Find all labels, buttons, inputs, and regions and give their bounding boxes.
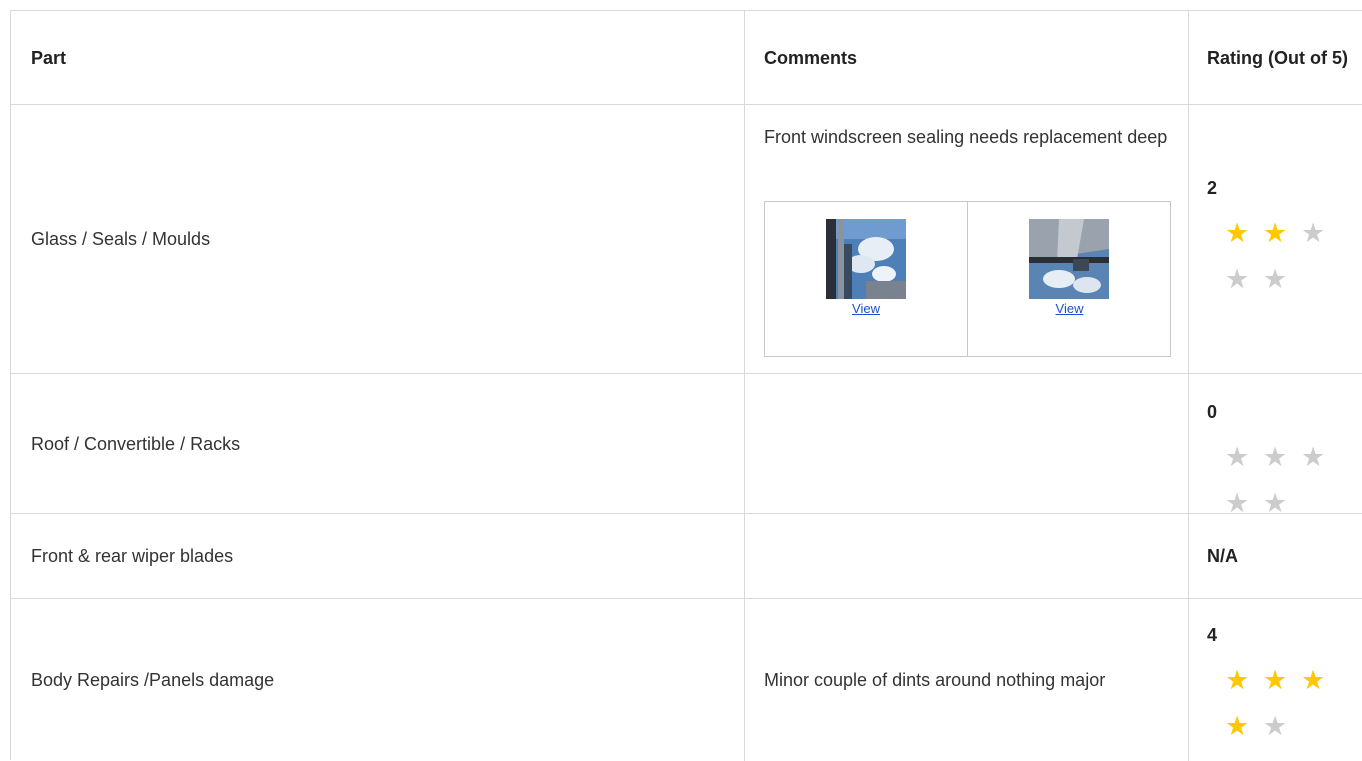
table-row: Front & rear wiper blades N/A bbox=[11, 514, 1362, 599]
star-rating: ★ ★ ★ ★ ★ bbox=[1225, 218, 1345, 313]
comment-cell: Front windscreen sealing needs replaceme… bbox=[745, 105, 1189, 373]
table-row: Glass / Seals / Moulds Front windscreen … bbox=[11, 105, 1362, 374]
header-part-cell: Part bbox=[11, 11, 745, 104]
rating-cell: 4 ★ ★ ★ ★ ★ bbox=[1189, 599, 1362, 761]
photo-item: View bbox=[765, 202, 968, 356]
star-empty-icon: ★ bbox=[1263, 711, 1288, 741]
view-photo-link[interactable]: View bbox=[765, 301, 967, 316]
rating-value: N/A bbox=[1207, 546, 1238, 566]
star-filled-icon: ★ bbox=[1263, 218, 1288, 248]
rating-value: 4 bbox=[1207, 625, 1218, 645]
header-rating: Rating (Out of 5) bbox=[1207, 47, 1348, 68]
comment-cell: Minor couple of dints around nothing maj… bbox=[745, 599, 1189, 761]
rating-value: 0 bbox=[1207, 402, 1218, 422]
comment-cell bbox=[745, 514, 1189, 598]
comment-cell bbox=[745, 374, 1189, 513]
part-name: Roof / Convertible / Racks bbox=[31, 433, 241, 454]
comment-text: Minor couple of dints around nothing maj… bbox=[764, 670, 1106, 690]
header-part: Part bbox=[31, 47, 67, 68]
star-filled-icon: ★ bbox=[1301, 665, 1326, 695]
table-row: Roof / Convertible / Racks 0 ★ ★ ★ ★ ★ bbox=[11, 374, 1362, 518]
windscreen-photo-thumbnail[interactable] bbox=[1029, 219, 1109, 299]
star-filled-icon: ★ bbox=[1225, 218, 1250, 248]
table-header-row: Part Comments Rating (Out of 5) bbox=[11, 11, 1362, 105]
header-rating-cell: Rating (Out of 5) bbox=[1189, 11, 1362, 104]
part-cell: Roof / Convertible / Racks bbox=[11, 374, 745, 513]
windscreen-photo-thumbnail[interactable] bbox=[826, 219, 906, 299]
comment-text: Front windscreen sealing needs replaceme… bbox=[764, 127, 1168, 147]
star-rating: ★ ★ ★ ★ ★ bbox=[1225, 665, 1345, 760]
photo-gallery: View View bbox=[764, 201, 1171, 357]
part-name: Front & rear wiper blades bbox=[31, 546, 234, 566]
rating-cell: N/A bbox=[1189, 514, 1362, 598]
star-filled-icon: ★ bbox=[1263, 665, 1288, 695]
star-empty-icon: ★ bbox=[1263, 488, 1288, 518]
star-empty-icon: ★ bbox=[1263, 264, 1288, 294]
part-cell: Body Repairs /Panels damage bbox=[11, 599, 745, 761]
part-name: Body Repairs /Panels damage bbox=[31, 670, 275, 690]
part-cell: Glass / Seals / Moulds bbox=[11, 105, 745, 373]
rating-cell: 2 ★ ★ ★ ★ ★ bbox=[1189, 105, 1362, 373]
part-cell: Front & rear wiper blades bbox=[11, 514, 745, 598]
star-filled-icon: ★ bbox=[1225, 711, 1250, 741]
header-comments-cell: Comments bbox=[745, 11, 1189, 104]
star-empty-icon: ★ bbox=[1301, 218, 1326, 248]
star-filled-icon: ★ bbox=[1225, 665, 1250, 695]
view-photo-link[interactable]: View bbox=[968, 301, 1171, 316]
header-comments: Comments bbox=[764, 47, 858, 68]
star-empty-icon: ★ bbox=[1225, 442, 1250, 472]
star-empty-icon: ★ bbox=[1225, 264, 1250, 294]
photo-item: View bbox=[968, 202, 1171, 356]
part-name: Glass / Seals / Moulds bbox=[31, 229, 211, 249]
star-empty-icon: ★ bbox=[1225, 488, 1250, 518]
star-empty-icon: ★ bbox=[1263, 442, 1288, 472]
rating-cell: 0 ★ ★ ★ ★ ★ bbox=[1189, 374, 1362, 518]
rating-value: 2 bbox=[1207, 178, 1218, 198]
inspection-table: Part Comments Rating (Out of 5) Glass / … bbox=[10, 10, 1362, 761]
star-empty-icon: ★ bbox=[1301, 442, 1326, 472]
table-row: Body Repairs /Panels damage Minor couple… bbox=[11, 599, 1362, 761]
